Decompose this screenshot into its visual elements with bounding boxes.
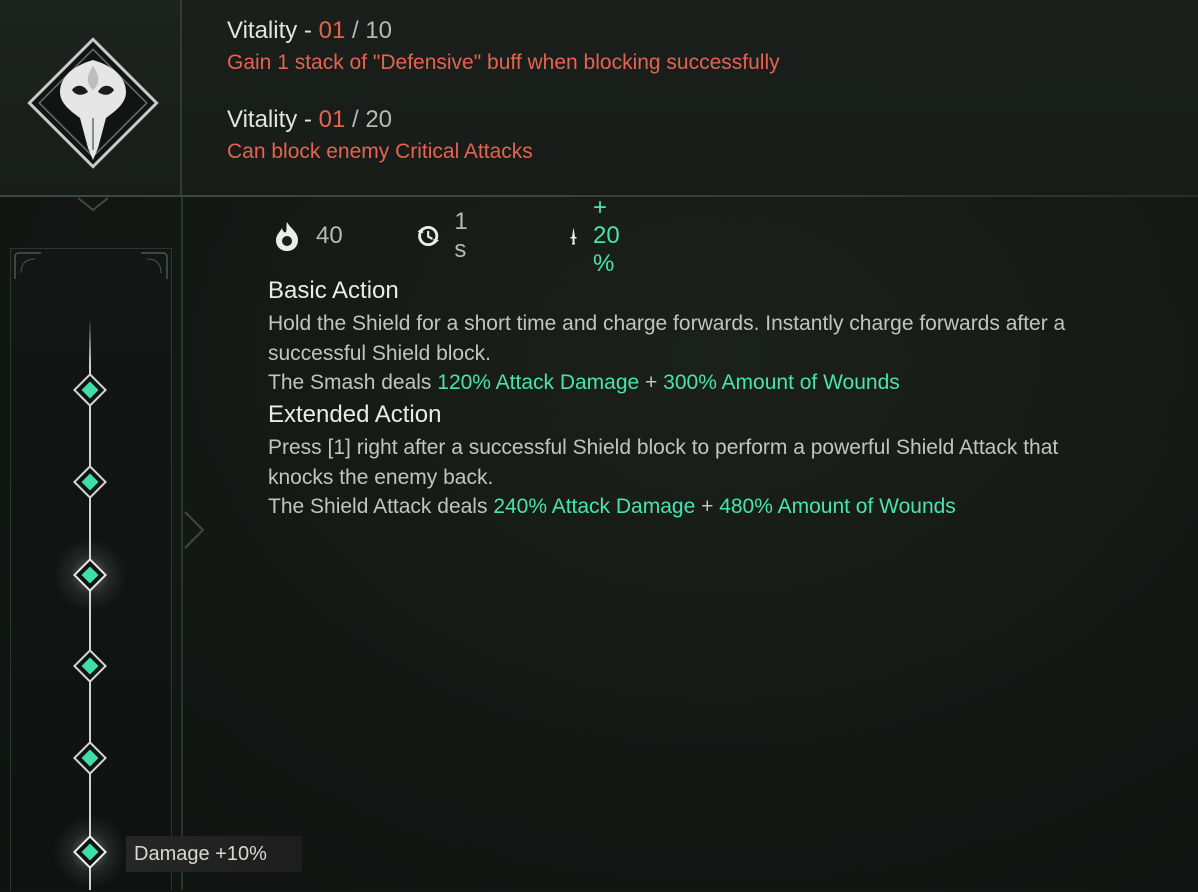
skill-node-1[interactable] [70, 370, 110, 410]
skill-node-6[interactable] [70, 832, 110, 872]
node-tooltip: Damage +10% [126, 836, 302, 872]
stat-bonus: + 20 % [568, 194, 631, 277]
header-notch [78, 197, 108, 212]
stat-cost-value: 40 [316, 222, 343, 249]
damage-highlight: 240% Attack Damage [493, 495, 696, 518]
tooltip-text: Damage +10% [134, 843, 267, 865]
vitality-level-2: Vitality - 01 / 20 [227, 106, 392, 134]
ornament-corner-icon [141, 252, 168, 279]
basic-action-title: Basic Action [268, 277, 399, 304]
skill-icon-frame [0, 0, 182, 195]
extended-action-title: Extended Action [268, 401, 442, 428]
skill-node-4[interactable] [70, 646, 110, 686]
basic-action-description: Hold the Shield for a short time and cha… [268, 312, 1066, 365]
clock-arrow-icon [417, 225, 439, 247]
extended-action-description: Press [1] right after a successful Shiel… [268, 436, 1059, 489]
dagger-icon [570, 227, 577, 245]
vitality-max: 10 [365, 17, 393, 44]
vitality-2-description: Can block enemy Critical Attacks [227, 140, 533, 163]
diamond-node-icon [73, 649, 107, 683]
vitality-max: 20 [365, 106, 393, 133]
damage-prefix: The Shield Attack deals [268, 495, 494, 518]
stat-cooldown-value: 1 s [454, 208, 468, 263]
damage-highlight: 480% Amount of Wounds [719, 495, 956, 518]
damage-prefix: The Smash deals [268, 371, 438, 394]
damage-plus: + [639, 371, 664, 394]
damage-highlight: 120% Attack Damage [437, 371, 640, 394]
vitality-label: Vitality - [227, 17, 319, 44]
vitality-level-1: Vitality - 01 / 10 [227, 17, 392, 45]
vitality-label: Vitality - [227, 106, 319, 133]
vitality-separator: / [345, 106, 366, 133]
stat-cost: 40 [272, 216, 343, 256]
extended-action-damage: The Shield Attack deals 240% Attack Dama… [268, 492, 1128, 522]
stat-bonus-value: + 20 % [593, 194, 620, 277]
diamond-node-icon [73, 835, 107, 869]
vitality-current: 01 [318, 106, 346, 133]
damage-highlight: 300% Amount of Wounds [663, 371, 900, 394]
skill-node-2[interactable] [70, 462, 110, 502]
chevron-right-icon [184, 511, 205, 549]
diamond-node-icon [73, 373, 107, 407]
skill-node-3[interactable] [70, 555, 110, 595]
diamond-node-icon [73, 465, 107, 499]
vitality-1-description: Gain 1 stack of "Defensive" buff when bl… [227, 51, 780, 74]
damage-plus: + [695, 495, 720, 518]
basic-action-damage: The Smash deals 120% Attack Damage + 300… [268, 368, 1128, 398]
shield-mask-emblem-icon[interactable] [22, 32, 164, 174]
vitality-current: 01 [318, 17, 346, 44]
diamond-node-icon [73, 741, 107, 775]
vitality-separator: / [345, 17, 366, 44]
stat-cooldown: 1 s [416, 208, 477, 263]
ornament-corner-icon [14, 252, 41, 279]
flame-drop-icon [276, 222, 298, 251]
diamond-node-icon [73, 558, 107, 592]
skill-node-5[interactable] [70, 738, 110, 778]
